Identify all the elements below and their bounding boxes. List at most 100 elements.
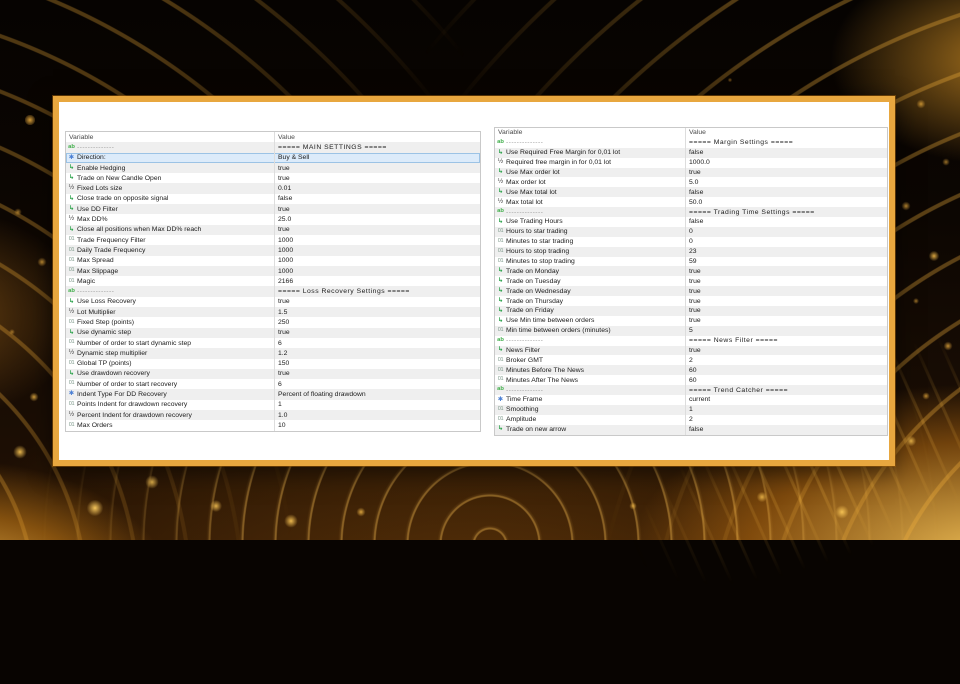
param-row[interactable]: ↳Trade on New Candle Opentrue — [66, 173, 480, 183]
param-row[interactable]: ↳Use Max order lottrue — [495, 168, 887, 178]
param-value[interactable]: false — [685, 148, 887, 158]
param-value[interactable]: 6 — [274, 379, 480, 389]
param-value[interactable]: 1.5 — [274, 307, 480, 317]
param-row[interactable]: ↳Use Trading Hoursfalse — [495, 217, 887, 227]
param-row[interactable]: 01Magic2166 — [66, 276, 480, 286]
param-value[interactable]: 23 — [685, 247, 887, 257]
param-value[interactable]: true — [685, 266, 887, 276]
param-row[interactable]: ↳Use dynamic steptrue — [66, 328, 480, 338]
param-row[interactable]: ↳Trade on Thursdaytrue — [495, 296, 887, 306]
param-row[interactable]: ↳Trade on Mondaytrue — [495, 266, 887, 276]
param-row[interactable]: ↳Use drawdown recoverytrue — [66, 369, 480, 379]
param-value[interactable]: 1000 — [274, 245, 480, 255]
param-value[interactable]: 2 — [685, 355, 887, 365]
param-value[interactable]: true — [274, 328, 480, 338]
param-value[interactable]: 1.0 — [274, 410, 480, 420]
param-value[interactable]: 5 — [685, 326, 887, 336]
param-row[interactable]: 01Hours to stop trading23 — [495, 247, 887, 257]
param-value[interactable]: 1000 — [274, 235, 480, 245]
param-value[interactable]: Buy & Sell — [274, 153, 480, 163]
param-row[interactable]: ✱Indent Type For DD RecoveryPercent of f… — [66, 389, 480, 399]
param-row[interactable]: ↳Use DD Filtertrue — [66, 204, 480, 214]
param-row[interactable]: 01Broker GMT2 — [495, 355, 887, 365]
param-value[interactable]: true — [274, 204, 480, 214]
param-value[interactable]: false — [685, 187, 887, 197]
param-value[interactable]: true — [685, 168, 887, 178]
param-value[interactable]: true — [274, 225, 480, 235]
param-value[interactable]: 60 — [685, 375, 887, 385]
param-row[interactable]: ½Lot Multiplier1.5 — [66, 307, 480, 317]
param-row[interactable]: 01Minutes Before The News60 — [495, 365, 887, 375]
param-value[interactable]: 1000 — [274, 266, 480, 276]
param-value[interactable]: false — [274, 194, 480, 204]
param-value[interactable]: 0 — [685, 237, 887, 247]
param-row[interactable]: ↳News Filtertrue — [495, 346, 887, 356]
param-row[interactable]: ↳Use Loss Recoverytrue — [66, 297, 480, 307]
param-row[interactable]: ↳Trade on Fridaytrue — [495, 306, 887, 316]
param-row[interactable]: ½Percent Indent for drawdown recovery1.0 — [66, 410, 480, 420]
param-value[interactable]: true — [685, 316, 887, 326]
param-row[interactable]: 01Max Slippage1000 — [66, 266, 480, 276]
param-row[interactable]: 01Smoothing1 — [495, 405, 887, 415]
param-row[interactable]: 01Minutes to star trading0 — [495, 237, 887, 247]
param-value[interactable]: 1 — [274, 400, 480, 410]
param-value[interactable]: true — [685, 346, 887, 356]
param-row[interactable]: 01Fixed Step (points)250 — [66, 317, 480, 327]
param-row[interactable]: ↳Close trade on opposite signalfalse — [66, 194, 480, 204]
param-row[interactable]: ½Dynamic step multiplier1.2 — [66, 348, 480, 358]
param-row[interactable]: ↳Use Min time between orderstrue — [495, 316, 887, 326]
param-row[interactable]: 01Amplitude2 — [495, 415, 887, 425]
param-value[interactable]: ===== Loss Recovery Settings ===== — [274, 286, 480, 296]
param-value[interactable]: 0 — [685, 227, 887, 237]
param-value[interactable]: 0.01 — [274, 183, 480, 193]
param-value[interactable]: 2166 — [274, 276, 480, 286]
param-row[interactable]: ↳Use Required Free Margin for 0,01 lotfa… — [495, 148, 887, 158]
param-value[interactable]: true — [274, 369, 480, 379]
separator-row[interactable]: ab--------------===== Loss Recovery Sett… — [66, 286, 480, 296]
param-row[interactable]: ↳Use Max total lotfalse — [495, 187, 887, 197]
param-value[interactable]: Percent of floating drawdown — [274, 389, 480, 399]
param-value[interactable]: 2 — [685, 415, 887, 425]
param-value[interactable]: 6 — [274, 338, 480, 348]
param-row[interactable]: ↳Close all positions when Max DD% reacht… — [66, 225, 480, 235]
param-value[interactable]: 1000 — [274, 256, 480, 266]
param-row[interactable]: 01Trade Frequency Filter1000 — [66, 235, 480, 245]
param-value[interactable]: true — [274, 297, 480, 307]
param-row[interactable]: 01Number of order to start recovery6 — [66, 379, 480, 389]
param-value[interactable]: 50.0 — [685, 197, 887, 207]
param-value[interactable]: 59 — [685, 257, 887, 267]
param-value[interactable]: ===== News Filter ===== — [685, 336, 887, 346]
param-value[interactable]: 1000.0 — [685, 158, 887, 168]
param-value[interactable]: 60 — [685, 365, 887, 375]
param-row[interactable]: 01Global TP (points)150 — [66, 359, 480, 369]
param-value[interactable]: 25.0 — [274, 214, 480, 224]
param-row[interactable]: 01Hours to star trading0 — [495, 227, 887, 237]
param-value[interactable]: 10 — [274, 420, 480, 430]
param-value[interactable]: 250 — [274, 317, 480, 327]
separator-row[interactable]: ab--------------===== Trend Catcher ====… — [495, 385, 887, 395]
param-row[interactable]: 01Max Spread1000 — [66, 256, 480, 266]
param-row[interactable]: ↳Trade on Tuesdaytrue — [495, 276, 887, 286]
param-row[interactable]: ½Max total lot50.0 — [495, 197, 887, 207]
param-value[interactable]: 1.2 — [274, 348, 480, 358]
param-value[interactable]: ===== MAIN SETTINGS ===== — [274, 142, 480, 152]
param-value[interactable]: 5.0 — [685, 177, 887, 187]
param-row[interactable]: 01Max Orders10 — [66, 420, 480, 430]
param-value[interactable]: true — [274, 173, 480, 183]
param-row[interactable]: 01Daily Trade Frequency1000 — [66, 245, 480, 255]
separator-row[interactable]: ab--------------===== MAIN SETTINGS ====… — [66, 142, 480, 152]
param-value[interactable]: true — [685, 306, 887, 316]
param-value[interactable]: true — [685, 296, 887, 306]
param-value[interactable]: ===== Trend Catcher ===== — [685, 385, 887, 395]
param-row[interactable]: ↳Enable Hedgingtrue — [66, 163, 480, 173]
param-value[interactable]: 150 — [274, 359, 480, 369]
param-row[interactable]: ✱Direction:Buy & Sell — [66, 153, 480, 163]
param-row[interactable]: ✱Time Framecurrent — [495, 395, 887, 405]
param-value[interactable]: ===== Trading Time Settings ===== — [685, 207, 887, 217]
param-row[interactable]: ½Max DD%25.0 — [66, 214, 480, 224]
param-value[interactable]: ===== Margin Settings ===== — [685, 138, 887, 148]
separator-row[interactable]: ab--------------===== Margin Settings ==… — [495, 138, 887, 148]
param-row[interactable]: ½Max order lot5.0 — [495, 177, 887, 187]
param-row[interactable]: 01Points Indent for drawdown recovery1 — [66, 400, 480, 410]
param-row[interactable]: ↳Trade on Wednesdaytrue — [495, 286, 887, 296]
